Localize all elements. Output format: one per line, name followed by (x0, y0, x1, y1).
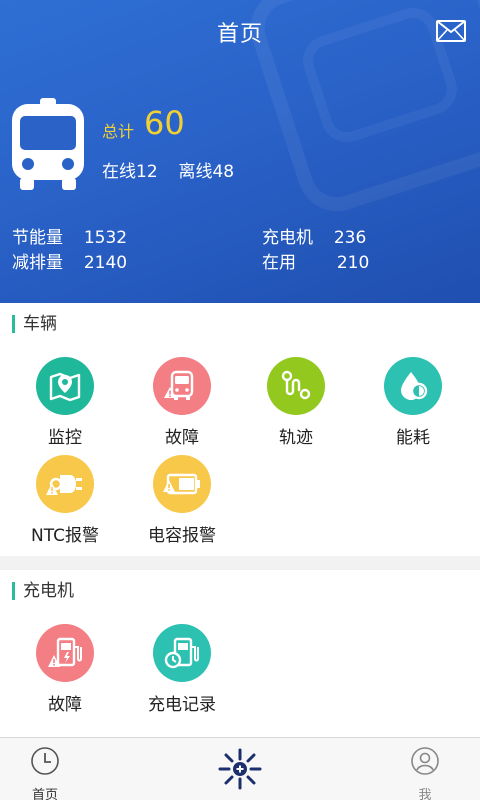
offline-count: 离线48 (178, 162, 235, 182)
tile-label: 监控 (48, 428, 82, 448)
tile-label: 充电记录 (148, 695, 216, 715)
stat-value: 210 (336, 253, 370, 273)
stat-label: 节能量 (12, 228, 63, 248)
stat-value: 1532 (83, 228, 128, 248)
tab-home[interactable]: 首页 (20, 746, 70, 800)
bus-icon (12, 98, 84, 190)
vehicle-ntc-alarm-button[interactable]: NTC报警 (10, 455, 120, 546)
user-icon (411, 747, 439, 775)
stat-label: 充电机 (262, 228, 313, 248)
tile-label: NTC报警 (31, 526, 99, 546)
tile-label: 轨迹 (279, 428, 313, 448)
stat-label: 减排量 (12, 253, 63, 273)
page-title: 首页 (216, 22, 263, 47)
tab-home-label: 首页 (31, 788, 58, 800)
stat-emission-reduction: 减排量 2140 (12, 248, 127, 273)
dashboard-header: 首页 总计 60 在线12 离线48 节能量 1532 减排量 2140 充电机… (0, 0, 480, 303)
sparkle-plus-icon (218, 748, 262, 790)
tab-me[interactable]: 我 (400, 746, 450, 800)
stat-energy-saving: 节能量 1532 (12, 223, 127, 248)
vehicle-section-title: 车辆 (12, 315, 57, 333)
battery-warning-icon (153, 455, 211, 513)
map-icon (36, 357, 94, 415)
charger-section: 充电机 故障 充电记录 (0, 570, 480, 737)
energy-drop-icon (384, 357, 442, 415)
clock-icon (31, 747, 59, 775)
stat-in-use: 在用 210 (262, 248, 369, 273)
charge-record-button[interactable]: 充电记录 (127, 624, 237, 715)
vehicle-monitor-button[interactable]: 监控 (10, 357, 120, 448)
vehicle-fault-button[interactable]: 故障 (127, 357, 237, 448)
charger-warning-icon (36, 624, 94, 682)
total-label: 总计 (102, 122, 135, 141)
stat-value: 236 (333, 228, 367, 248)
bottom-tab-bar: 首页 我 (0, 737, 480, 800)
route-icon (267, 357, 325, 415)
center-action-button[interactable] (214, 746, 266, 795)
online-offline-line: 在线12 离线48 (102, 157, 234, 182)
plug-warning-icon (36, 455, 94, 513)
vehicle-route-button[interactable]: 轨迹 (241, 357, 351, 448)
charger-record-icon (153, 624, 211, 682)
tile-label: 故障 (165, 428, 199, 448)
tile-label: 能耗 (396, 428, 430, 448)
vehicle-section: 车辆 监控 故障 轨迹 能耗 NTC报警 电容报警 (0, 303, 480, 556)
stat-label: 在用 (262, 253, 296, 273)
tile-label: 电容报警 (148, 526, 216, 546)
total-value: 60 (144, 104, 185, 142)
vehicle-energy-button[interactable]: 能耗 (358, 357, 468, 448)
bus-warning-icon (153, 357, 211, 415)
stat-value: 2140 (83, 253, 128, 273)
charger-section-title: 充电机 (12, 582, 74, 600)
tile-label: 故障 (48, 695, 82, 715)
vehicle-capacitor-alarm-button[interactable]: 电容报警 (127, 455, 237, 546)
online-count: 在线12 (102, 162, 158, 182)
tab-me-label: 我 (418, 788, 432, 800)
charger-fault-button[interactable]: 故障 (10, 624, 120, 715)
stat-charger-count: 充电机 236 (262, 223, 366, 248)
mail-icon[interactable] (436, 20, 466, 42)
